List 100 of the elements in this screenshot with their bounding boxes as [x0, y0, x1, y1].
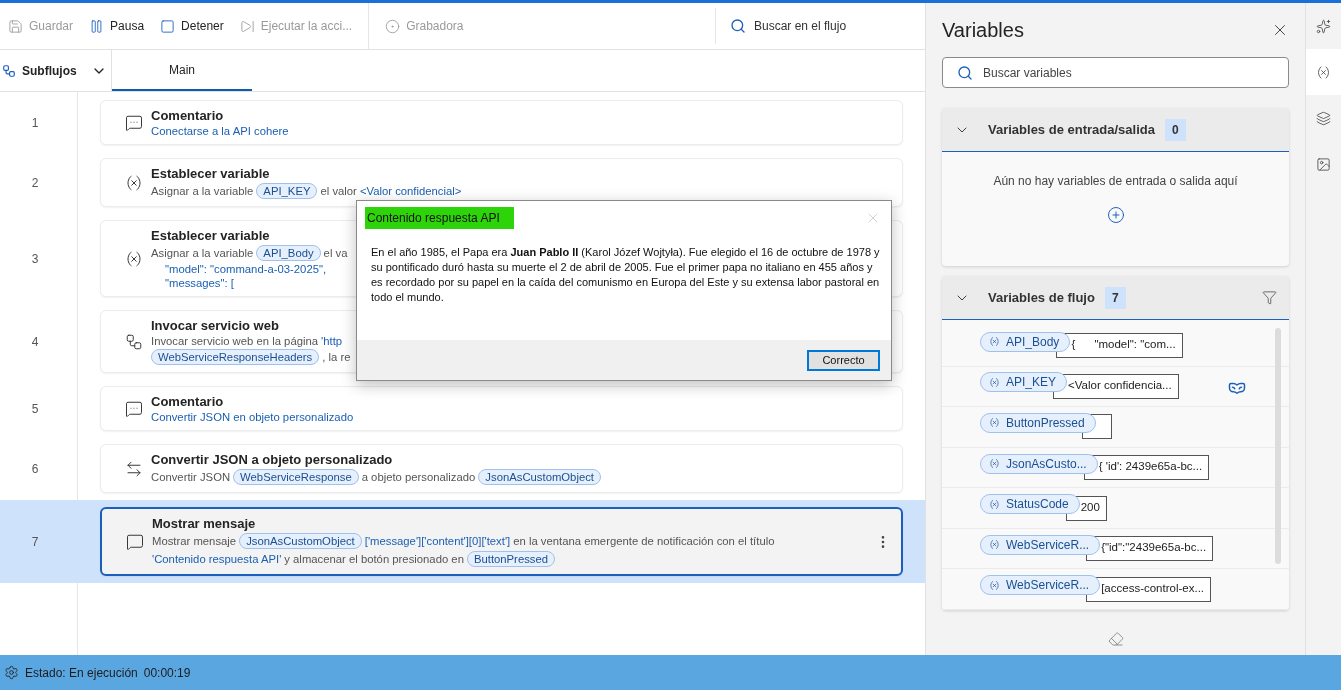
- add-button[interactable]: [1106, 206, 1125, 224]
- sparkle-icon: [1316, 18, 1331, 34]
- variable-icon: [989, 376, 1000, 388]
- save-icon: [8, 18, 23, 34]
- message-icon: [126, 532, 144, 551]
- empty-message: Aún no hay variables de entrada o salida aquí: [993, 174, 1238, 188]
- step-title: Establecer variable: [151, 166, 271, 181]
- variable-token[interactable]: API_Body: [256, 245, 321, 261]
- search-icon: [957, 64, 973, 81]
- variable-token[interactable]: WebServiceR...: [980, 575, 1101, 596]
- variable-value: {"id":"2439e65a-bc...: [1086, 536, 1214, 562]
- search-variables-field[interactable]: Buscar variables: [942, 57, 1289, 88]
- stop-icon: [160, 18, 176, 34]
- pause-button[interactable]: Pausa: [81, 3, 153, 49]
- step-card[interactable]: Comentario Conectarse a la API cohere: [100, 100, 903, 145]
- step-card[interactable]: Convertir JSON a objeto personalizado Convertir JSON WebServiceResponse a objeto personalizado JsonAsCustomObject: [100, 444, 903, 493]
- record-icon: [385, 18, 401, 34]
- step-number: 3: [30, 251, 40, 266]
- filter-icon: [1262, 290, 1277, 305]
- variable-token[interactable]: WebServiceResponse: [233, 469, 359, 485]
- value-link[interactable]: ['message']['content'][0]['text']: [364, 535, 511, 547]
- eraser-button[interactable]: [1107, 631, 1124, 647]
- status-text: Estado: En ejecución: [25, 665, 138, 680]
- variable-token[interactable]: StatusCode: [980, 494, 1080, 515]
- step-card[interactable]: Comentario Convertir JSON en objeto personalizado: [100, 386, 903, 431]
- variable-icon: [989, 336, 1000, 348]
- panel-title: Variables: [942, 18, 1024, 42]
- step-number: 1: [30, 115, 40, 130]
- step-card[interactable]: [100, 507, 903, 576]
- description-text: Asignar a la variable: [151, 185, 254, 197]
- filter-button[interactable]: [1262, 290, 1277, 305]
- layers-icon: [1316, 110, 1331, 126]
- step-number: 4: [30, 334, 40, 349]
- value-link[interactable]: Conectarse a la API cohere: [151, 125, 289, 137]
- status-icon: [4, 665, 19, 680]
- description-text: el va: [323, 247, 348, 259]
- variable-icon: [989, 539, 1000, 551]
- step-number: 6: [30, 461, 40, 476]
- step-number: 5: [30, 401, 40, 416]
- image-icon: [1316, 156, 1331, 172]
- variable-token[interactable]: ButtonPressed: [466, 551, 556, 567]
- description-text: en la ventana emergente de notificación con el título: [513, 535, 775, 547]
- comment-icon: [125, 113, 143, 132]
- description-text: Mostrar mensaje: [152, 535, 237, 547]
- run-icon: [239, 18, 255, 34]
- add-icon: [1106, 206, 1125, 224]
- subflows-icon: [2, 63, 16, 78]
- stop-button[interactable]: Detener: [152, 3, 232, 49]
- step-title: Convertir JSON a objeto personalizado: [151, 452, 394, 467]
- dialog-message: En el año 1985, el Papa era Juan Pablo II (Karol Józef Wojtyła). Fue elegido el 16 de octubre de 1978 y su pontificado duró hasta su muerte el 2 de abril de 2005. Fue el primer papa no italiano en 455 años y es recordado por su papel en la caída del comunismo en Europa del Este y su extensa labor pastoral en todo el mundo.: [371, 245, 881, 305]
- value-link[interactable]: <Valor confidencial>: [359, 185, 462, 197]
- search-icon: [730, 18, 746, 34]
- step-title: Comentario: [151, 394, 225, 409]
- section-header[interactable]: Variables de flujo 7: [942, 276, 1289, 320]
- variable-icon: [989, 417, 1000, 429]
- description-text: , la re: [322, 351, 351, 363]
- section-header[interactable]: Variables de entrada/salida 0: [942, 108, 1289, 152]
- step-number: 7: [30, 534, 40, 549]
- section-title: Variables de entrada/salida: [988, 122, 1155, 137]
- convert-icon: [125, 459, 143, 478]
- step-title: Invocar servicio web: [151, 318, 280, 333]
- elapsed-time: 00:00:19: [143, 665, 191, 680]
- count-badge: 7: [1104, 286, 1126, 309]
- variable-token[interactable]: ButtonPressed: [980, 412, 1096, 433]
- value-link[interactable]: Convertir JSON en objeto personalizado: [151, 411, 354, 423]
- variable-icon: [125, 173, 143, 192]
- description-text: y almacenar el botón presionado en: [284, 553, 464, 565]
- description-text: Invocar servicio web en la página: [151, 335, 319, 347]
- variable-icon: [989, 498, 1000, 510]
- value-link[interactable]: 'http: [321, 335, 343, 347]
- variables-tab[interactable]: [1306, 49, 1341, 95]
- variable-value: [access-control-ex...: [1086, 576, 1212, 602]
- code-text: "messages": [: [165, 277, 234, 289]
- step-title: Establecer variable: [151, 228, 271, 243]
- eraser-icon: [1107, 631, 1124, 647]
- variable-token[interactable]: JsonAsCustomObject: [239, 533, 362, 549]
- step-title: Comentario: [151, 108, 225, 123]
- scrollbar[interactable]: [1275, 328, 1281, 564]
- variable-icon: [989, 579, 1000, 591]
- comment-icon: [125, 399, 143, 418]
- variable-token[interactable]: API_KEY: [256, 183, 318, 199]
- pause-icon: [89, 18, 105, 34]
- value-link[interactable]: 'Contenido respuesta API': [152, 553, 282, 565]
- step-number: 2: [30, 175, 40, 190]
- web-service-icon: [125, 332, 143, 351]
- subflows-dropdown[interactable]: Subflujos: [0, 50, 112, 91]
- description-text: a objeto personalizado: [361, 471, 476, 483]
- section-title: Variables de flujo: [988, 290, 1095, 305]
- description-text: el valor: [320, 185, 357, 197]
- variable-token[interactable]: JsonAsCustomObject: [478, 469, 601, 485]
- variable-token[interactable]: WebServiceR...: [980, 534, 1101, 555]
- ok-button[interactable]: Correcto: [807, 349, 880, 371]
- dialog-title: Contenido respuesta API: [365, 207, 514, 229]
- description-text: Asignar a la variable: [151, 247, 254, 259]
- variable-icon: [125, 249, 143, 268]
- variable-token[interactable]: WebServiceResponseHeaders: [151, 349, 320, 365]
- description-text: Convertir JSON: [151, 471, 231, 483]
- variable-token[interactable]: JsonAsCusto...: [980, 453, 1098, 474]
- variable-icon: [989, 458, 1000, 469]
- step-title: Mostrar mensaje: [152, 516, 257, 531]
